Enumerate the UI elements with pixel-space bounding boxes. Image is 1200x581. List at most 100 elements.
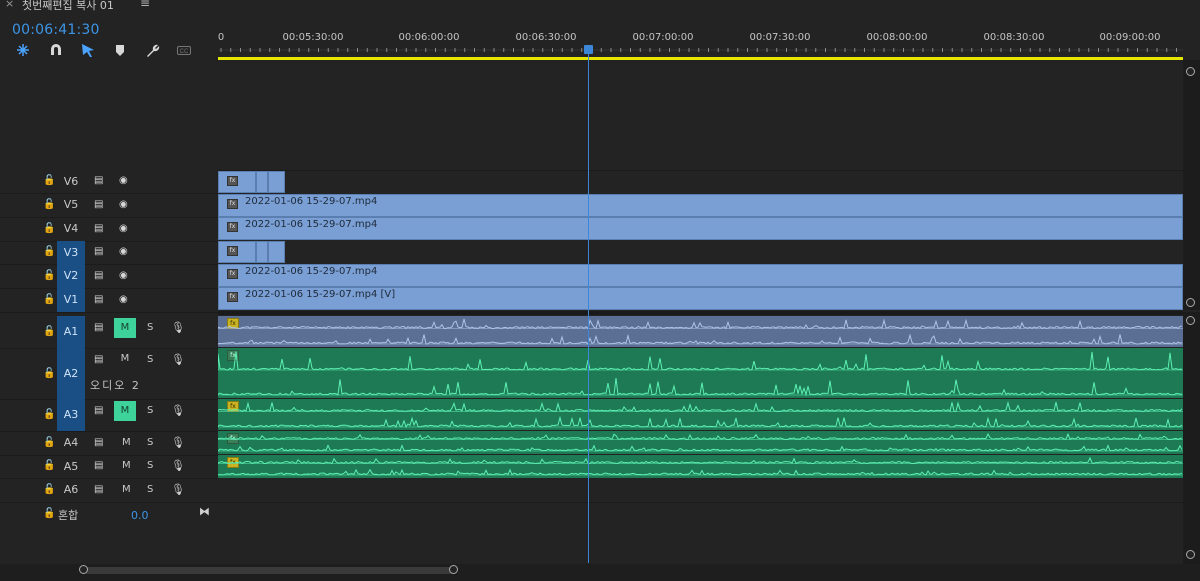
audio-clip-a3[interactable]: fx <box>218 399 1183 430</box>
linked-selection-icon[interactable] <box>80 42 96 58</box>
lock-icon[interactable]: 🔓 <box>43 199 55 210</box>
track-header-a6[interactable]: 🔓 A6 ▤ M S 🎙 <box>0 478 218 503</box>
sync-lock-icon[interactable]: ▤ <box>94 405 103 416</box>
video-clip-v3[interactable] <box>268 241 285 263</box>
microphone-icon[interactable]: 🎙 <box>171 459 185 472</box>
lock-icon[interactable]: 🔓 <box>43 294 55 305</box>
sync-lock-icon[interactable]: ▤ <box>94 294 103 305</box>
track-name-v5[interactable]: V5 <box>57 193 85 217</box>
audio-clip-a2[interactable]: fx <box>218 348 1183 398</box>
solo-button[interactable]: S <box>147 354 153 365</box>
lock-icon[interactable]: 🔓 <box>43 326 55 337</box>
track-name-a2[interactable]: A2 <box>57 348 85 399</box>
track-name-v1[interactable]: V1 <box>57 288 85 312</box>
sync-lock-icon[interactable]: ▤ <box>94 484 103 495</box>
track-name-v2[interactable]: V2 <box>57 264 85 288</box>
playhead-timecode[interactable]: 00:06:41:30 <box>12 22 100 38</box>
track-header-a4[interactable]: 🔓 A4 ▤ M S 🎙 <box>0 431 218 456</box>
track-name-a1[interactable]: A1 <box>57 316 85 348</box>
solo-button[interactable]: S <box>147 437 153 448</box>
mute-button[interactable]: M <box>122 460 131 471</box>
sync-lock-icon[interactable]: ▤ <box>94 199 103 210</box>
mute-button[interactable]: M <box>122 437 131 448</box>
microphone-icon[interactable]: 🎙 <box>171 353 185 366</box>
wrench-icon[interactable] <box>144 42 160 58</box>
playhead-handle[interactable] <box>584 45 593 54</box>
sync-lock-icon[interactable]: ▤ <box>94 354 103 365</box>
sync-lock-icon[interactable]: ▤ <box>94 322 103 333</box>
track-header-a1[interactable]: 🔓 A1 ▤ M S 🎙 <box>0 316 218 349</box>
mix-toggle-icon[interactable]: ⧓ <box>199 505 210 518</box>
video-clip-v6[interactable] <box>268 171 285 193</box>
mute-button[interactable]: M <box>122 484 131 495</box>
scroll-handle[interactable] <box>1186 298 1195 307</box>
video-clip-v4[interactable]: fx 2022-01-06 15-29-07.mp4 <box>218 217 1183 240</box>
panel-menu-icon[interactable]: ≡ <box>140 0 150 10</box>
microphone-icon[interactable]: 🎙 <box>171 436 185 449</box>
microphone-icon[interactable]: 🎙 <box>171 321 185 334</box>
microphone-icon[interactable]: 🎙 <box>171 404 185 417</box>
track-header-v6[interactable]: 🔓 V6 ▤ ◉ <box>0 170 218 194</box>
marker-icon[interactable] <box>112 42 128 58</box>
time-ruler[interactable]: 0 00:05:30:00 00:06:00:00 00:06:30:00 00… <box>218 28 1183 58</box>
track-name-a3[interactable]: A3 <box>57 399 85 431</box>
track-name-a5[interactable]: A5 <box>57 455 85 478</box>
sequence-tab-title[interactable]: 첫번째편집 복사 01 <box>22 0 114 12</box>
video-clip-v2[interactable]: fx 2022-01-06 15-29-07.mp4 <box>218 264 1183 287</box>
solo-button[interactable]: S <box>147 460 153 471</box>
track-header-v1[interactable]: 🔓 V1 ▤ ◉ <box>0 288 218 313</box>
timeline-tracks[interactable]: fx fx 2022-01-06 15-29-07.mp4 fx 2022-01… <box>218 60 1183 540</box>
mix-volume-value[interactable]: 0.0 <box>131 509 149 522</box>
solo-button[interactable]: S <box>147 405 153 416</box>
track-header-a3[interactable]: 🔓 A3 ▤ M S 🎙 <box>0 399 218 432</box>
sync-lock-icon[interactable]: ▤ <box>94 246 103 257</box>
mute-button[interactable]: M <box>114 318 136 338</box>
scroll-handle[interactable] <box>1186 67 1195 76</box>
sync-lock-icon[interactable]: ▤ <box>94 460 103 471</box>
eye-icon[interactable]: ◉ <box>119 246 128 257</box>
mute-button[interactable]: M <box>114 349 136 369</box>
audio-clip-a1[interactable]: fx <box>218 316 1183 347</box>
track-header-a2[interactable]: 🔓 A2 ▤ M S 🎙 오디오 2 <box>0 348 218 400</box>
sync-lock-icon[interactable]: ▤ <box>94 270 103 281</box>
sync-lock-icon[interactable]: ▤ <box>94 175 103 186</box>
sync-lock-icon[interactable]: ▤ <box>94 223 103 234</box>
track-name-a6[interactable]: A6 <box>57 478 85 502</box>
video-clip-v5[interactable]: fx 2022-01-06 15-29-07.mp4 <box>218 194 1183 217</box>
zoom-handle-left[interactable] <box>79 565 88 574</box>
magnet-icon[interactable] <box>48 42 64 58</box>
lock-icon[interactable]: 🔓 <box>43 246 55 257</box>
track-header-v2[interactable]: 🔓 V2 ▤ ◉ <box>0 264 218 289</box>
eye-icon[interactable]: ◉ <box>119 175 128 186</box>
video-clip-v6[interactable] <box>256 171 268 193</box>
playhead-line[interactable] <box>588 45 589 563</box>
mute-button[interactable]: M <box>114 401 136 421</box>
video-clip-v3[interactable]: fx <box>218 241 256 263</box>
lock-icon[interactable]: 🔓 <box>43 484 55 495</box>
lock-icon[interactable]: 🔓 <box>43 437 55 448</box>
scroll-handle[interactable] <box>1186 316 1195 325</box>
track-header-v5[interactable]: 🔓 V5 ▤ ◉ <box>0 193 218 218</box>
track-name-a4[interactable]: A4 <box>57 431 85 455</box>
zoom-handle-right[interactable] <box>449 565 458 574</box>
track-name-v3[interactable]: V3 <box>57 241 85 264</box>
video-tracks-scrollbar[interactable] <box>1183 60 1200 310</box>
track-name-v4[interactable]: V4 <box>57 217 85 241</box>
video-clip-v1[interactable]: fx 2022-01-06 15-29-07.mp4 [V] <box>218 287 1183 310</box>
ripple-icon[interactable] <box>15 42 31 58</box>
lock-icon[interactable]: 🔓 <box>43 175 55 186</box>
close-tab-icon[interactable]: × <box>5 0 14 10</box>
scroll-handle[interactable] <box>1186 550 1195 559</box>
lock-icon[interactable]: 🔓 <box>43 270 55 281</box>
microphone-icon[interactable]: 🎙 <box>171 483 185 496</box>
lock-icon[interactable]: 🔓 <box>43 223 55 234</box>
solo-button[interactable]: S <box>147 484 153 495</box>
mix-track-header[interactable]: 🔓 혼합 0.0 ⧓ <box>0 502 218 526</box>
lock-icon[interactable]: 🔓 <box>43 508 55 519</box>
video-clip-v6[interactable]: fx <box>218 171 256 193</box>
audio-tracks-scrollbar[interactable] <box>1183 312 1200 564</box>
zoom-scroll-bar[interactable] <box>84 567 454 574</box>
solo-button[interactable]: S <box>147 322 153 333</box>
lock-icon[interactable]: 🔓 <box>43 368 55 379</box>
track-header-v3[interactable]: 🔓 V3 ▤ ◉ <box>0 241 218 265</box>
